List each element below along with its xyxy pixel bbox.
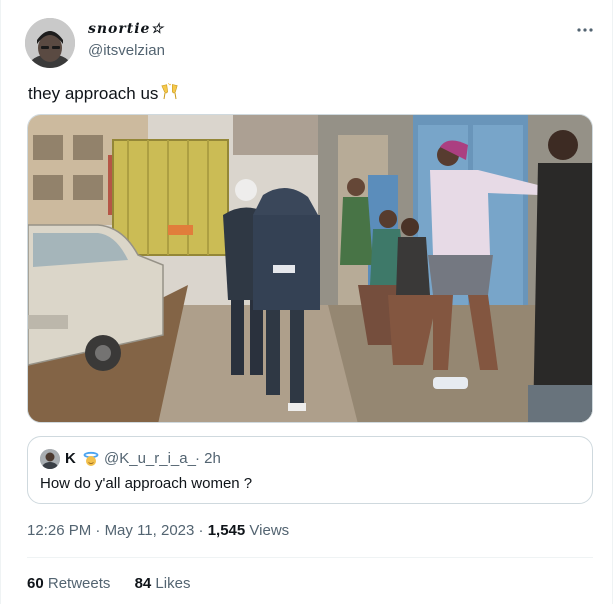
- likes-label: Likes: [155, 575, 191, 592]
- tweet-time[interactable]: 12:26 PM: [27, 522, 91, 539]
- tweet-text: they approach us: [28, 83, 180, 106]
- likes-link[interactable]: 84 Likes: [135, 575, 191, 592]
- views-label: Views: [249, 522, 290, 539]
- tweet-stats: 60 Retweets 84 Likes: [27, 575, 210, 592]
- quoted-tweet-text: How do y'all approach women ?: [40, 475, 253, 492]
- quoted-author-name[interactable]: K: [65, 450, 76, 467]
- more-options-icon[interactable]: [573, 18, 597, 42]
- likes-count: 84: [134, 575, 152, 592]
- quoted-author-avatar[interactable]: [40, 449, 60, 469]
- quoted-author-handle[interactable]: @K_u_r_i_a_: [104, 450, 196, 467]
- divider: [27, 557, 593, 558]
- author-avatar[interactable]: [25, 18, 75, 68]
- retweets-count: 60: [27, 575, 44, 592]
- retweets-label: Retweets: [47, 575, 111, 592]
- tweet-meta: 12:26 PM · May 11, 2023 · 1,545 Views: [27, 522, 289, 539]
- clinking-glasses-icon: [160, 83, 180, 106]
- tweet-text-body: they approach us: [28, 84, 159, 103]
- author-handle[interactable]: @itsvelzian: [88, 42, 165, 59]
- meta-separator: ·: [95, 522, 101, 539]
- retweets-link[interactable]: 60 Retweets: [27, 575, 110, 592]
- tweet-date[interactable]: May 11, 2023: [105, 522, 195, 539]
- author-display-name[interactable]: snortie☆: [88, 21, 164, 37]
- tweet-container: snortie☆ @itsvelzian they approach us K …: [0, 0, 613, 604]
- views-count: 1,545: [207, 522, 246, 539]
- meta-separator-2: ·: [198, 522, 204, 539]
- quoted-timestamp[interactable]: · 2h: [195, 450, 221, 467]
- tweet-media-photo[interactable]: [27, 114, 593, 423]
- halo-emoji-icon: [83, 451, 99, 467]
- quoted-tweet[interactable]: K @K_u_r_i_a_ · 2h How do y'all approach…: [27, 436, 593, 504]
